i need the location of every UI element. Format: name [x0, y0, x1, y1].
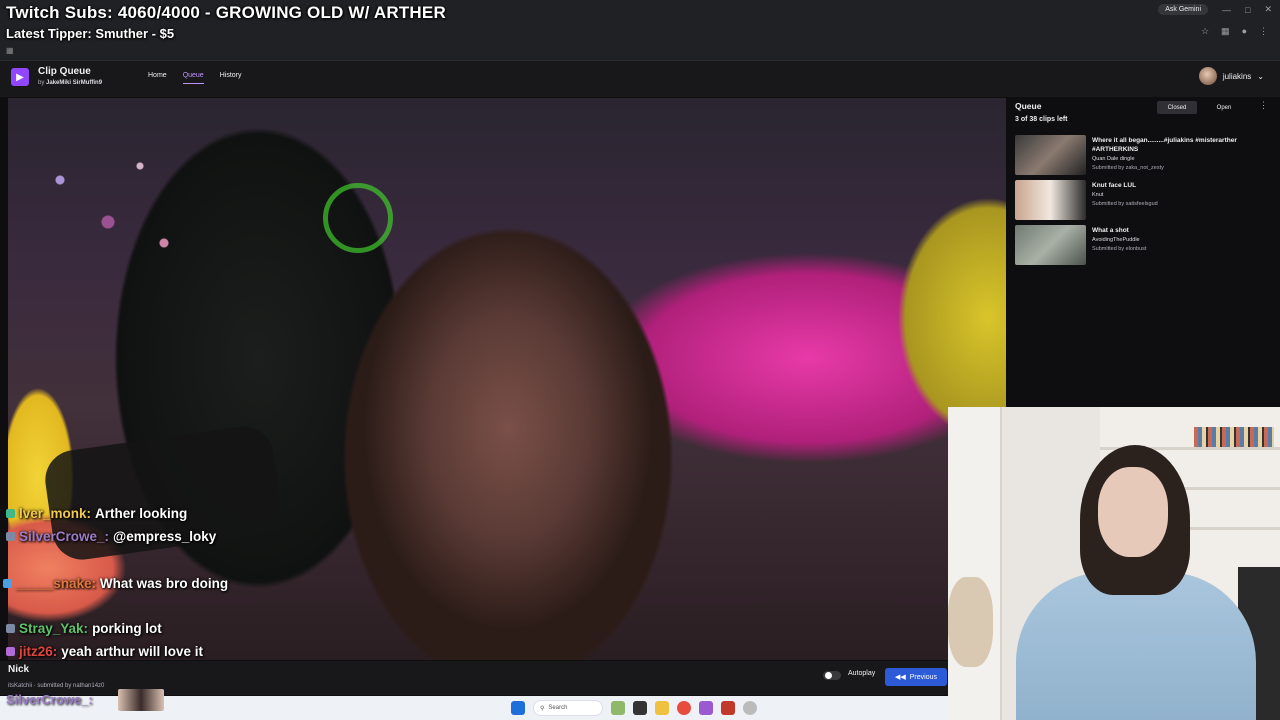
app-icon[interactable]: [743, 701, 757, 715]
chat-text: Arther looking: [95, 506, 188, 521]
taskbar-search-label: Search: [548, 705, 568, 711]
chat-text: What was bro doing: [99, 576, 229, 591]
app-title: Clip Queue: [38, 66, 91, 77]
chat-badge-icon: [6, 532, 15, 541]
current-clip-title: Nick: [8, 664, 30, 675]
queue-open-button[interactable]: Open: [1207, 101, 1241, 114]
queue-item[interactable]: Knut face LUL Knut Submitted by satisfee…: [1015, 180, 1275, 222]
chat-message: SilverCrowe_: @empress_loky: [6, 529, 216, 544]
author-sirmuffin9[interactable]: SirMuffin9: [73, 80, 102, 86]
queue-count: 3 of 38 clips left: [1015, 116, 1068, 123]
chat-message: lver_monk: Arther looking: [6, 506, 187, 521]
clip-submitter: Submitted by elonbust: [1092, 246, 1147, 252]
search-icon: ⚲: [540, 705, 545, 712]
webcam-books: [1194, 427, 1274, 447]
minimize-icon[interactable]: —: [1222, 5, 1231, 15]
chat-message: _____snake: What was bro doing: [3, 575, 233, 593]
avatar: [1198, 67, 1217, 85]
app-authors: by JakeMiki SirMuffin9: [38, 80, 102, 86]
nav-home[interactable]: Home: [148, 72, 167, 84]
profile-icon[interactable]: ●: [1242, 26, 1247, 37]
clip-channel: Quan Dale dingle: [1092, 156, 1135, 162]
previous-icon: ◀◀: [894, 674, 906, 681]
webcam-door: [948, 407, 1002, 720]
streamer-webcam: [948, 407, 1280, 720]
author-jakemiki[interactable]: JakeMiki: [46, 80, 71, 86]
app-header: ▶ Clip Queue by JakeMiki SirMuffin9 Home…: [0, 61, 1280, 97]
app-icon[interactable]: [721, 701, 735, 715]
webcam-person-face: [1098, 467, 1168, 557]
widgets-icon[interactable]: [611, 701, 625, 715]
chevron-down-icon: ⌄: [1257, 71, 1264, 81]
nav-history[interactable]: History: [220, 72, 242, 84]
menu-icon[interactable]: ⋮: [1259, 26, 1268, 37]
bookmark-bar: ▦: [0, 44, 1280, 61]
file-explorer-icon[interactable]: [655, 701, 669, 715]
autoplay-label: Autoplay: [848, 670, 876, 677]
user-menu[interactable]: juliakins ⌄: [1198, 67, 1264, 85]
chat-text: porking lot: [92, 621, 162, 636]
chat-username: SilverCrowe_:: [19, 529, 110, 544]
close-icon[interactable]: ✕: [1264, 4, 1272, 15]
clip-title: Knut face LUL: [1092, 182, 1137, 189]
bottom-chat-username: SilverCrowe_:: [6, 692, 93, 707]
chat-username: _____snake:: [15, 576, 97, 591]
apps-grid-icon[interactable]: ▦: [6, 46, 14, 55]
authors-prefix: by: [38, 80, 45, 86]
chat-text: @empress_loky: [113, 529, 217, 544]
queue-item[interactable]: What a shot AvoidingThePuddle Submitted …: [1015, 225, 1275, 267]
star-icon[interactable]: ☆: [1201, 26, 1209, 37]
obs-icon[interactable]: [699, 701, 713, 715]
extension-icon[interactable]: ▦: [1221, 26, 1230, 37]
clip-submitter: Submitted by zaka_not_zesty: [1092, 165, 1164, 171]
windows-start-icon[interactable]: [511, 701, 525, 715]
clip-title: Where it all began.........#juliakins #m…: [1092, 137, 1237, 153]
clip-thumbnail: [1015, 180, 1086, 220]
ask-gemini-button[interactable]: Ask Gemini: [1158, 4, 1209, 15]
clip-title: What a shot: [1092, 227, 1129, 234]
autoplay-toggle[interactable]: [823, 671, 841, 680]
queue-closed-button[interactable]: Closed: [1157, 101, 1197, 114]
browser-window-controls: Ask Gemini — □ ✕: [1158, 4, 1272, 15]
more-options-icon[interactable]: ⋮: [1259, 100, 1268, 111]
razer-chair-logo: [323, 183, 393, 253]
main-nav: Home Queue History: [148, 72, 242, 84]
previous-button[interactable]: ◀◀ Previous: [885, 668, 947, 686]
clip-submitter: Submitted by satisfeelsgud: [1092, 201, 1158, 207]
sub-goal-overlay: Twitch Subs: 4060/4000 - GROWING OLD W/ …: [6, 3, 446, 22]
taskbar-search[interactable]: ⚲ Search: [533, 700, 603, 716]
chat-message: Stray_Yak: porking lot: [6, 621, 162, 636]
nav-queue[interactable]: Queue: [182, 72, 204, 84]
clip-channel: AvoidingThePuddle: [1092, 237, 1140, 243]
current-clip-submitter: itsKatchii · submitted by nathan14z0: [8, 683, 105, 689]
clip-thumbnail: [1015, 135, 1086, 175]
webcam-plush: [948, 577, 993, 667]
chat-badge-icon: [6, 509, 15, 518]
chat-username: jitz26:: [19, 644, 58, 659]
browser-toolbar: ☆ ▦ ● ⋮: [1201, 26, 1268, 37]
chat-username: Stray_Yak:: [19, 621, 89, 636]
chat-message: jitz26: yeah arthur will love it: [6, 644, 203, 659]
latest-tipper-overlay: Latest Tipper: Smuther - $5: [6, 26, 175, 41]
background-lights: [28, 138, 188, 278]
clip-channel: Knut: [1092, 192, 1104, 198]
task-view-icon[interactable]: [633, 701, 647, 715]
queue-title: Queue: [1015, 101, 1042, 111]
chat-badge-icon: [6, 647, 15, 656]
chat-username: lver_monk:: [19, 506, 92, 521]
clip-queue-logo-icon[interactable]: ▶: [11, 68, 29, 86]
maximize-icon[interactable]: □: [1245, 5, 1250, 15]
clip-thumbnail: [1015, 225, 1086, 265]
queue-item[interactable]: Where it all began.........#juliakins #m…: [1015, 135, 1275, 177]
chat-wrapped-message: _____snake: What was bro doing: [3, 575, 233, 593]
bottom-chat-thumbnail: [118, 689, 164, 711]
previous-label: Previous: [909, 673, 937, 681]
chrome-icon[interactable]: [677, 701, 691, 715]
queue-panel: Queue 3 of 38 clips left Closed Open ⋮ W…: [1007, 98, 1280, 406]
username: juliakins: [1222, 71, 1252, 81]
taskbar-icons: ⚲ Search: [511, 700, 757, 716]
chat-badge-icon: [3, 579, 12, 588]
chat-badge-icon: [6, 624, 15, 633]
chat-text: yeah arthur will love it: [61, 644, 204, 659]
